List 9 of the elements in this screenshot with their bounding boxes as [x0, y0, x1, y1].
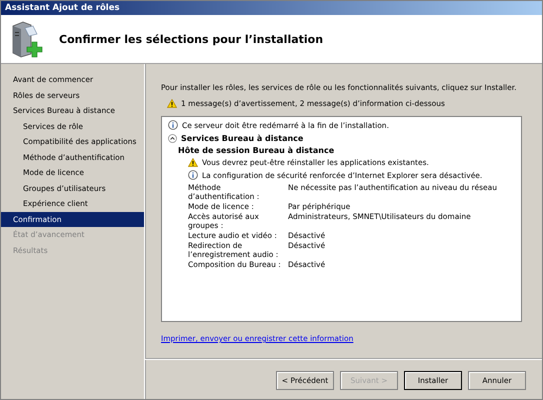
info-icon	[168, 120, 178, 130]
section-title: Services Bureau à distance	[181, 134, 304, 143]
page-title: Confirmer les sélections pour l’installation	[59, 32, 324, 46]
collapse-icon[interactable]	[168, 134, 177, 143]
warning-icon	[188, 158, 198, 167]
window-title: Assistant Ajout de rôles	[1, 1, 542, 15]
subsection-title: Hôte de session Bureau à distance	[177, 146, 336, 155]
warning-icon	[167, 99, 177, 108]
info-icon	[188, 170, 198, 180]
